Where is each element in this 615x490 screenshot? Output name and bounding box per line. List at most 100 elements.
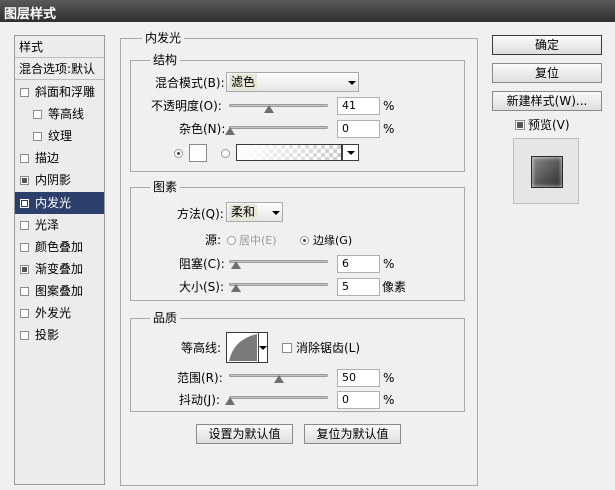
method-select[interactable]: 柔和 xyxy=(226,202,283,222)
style-item-texture[interactable]: 纹理 xyxy=(15,125,104,147)
size-unit: 像素 xyxy=(382,280,407,294)
blend-mode-label: 混合模式(B): xyxy=(155,76,225,90)
style-item-pattern-overlay[interactable]: 图案叠加 xyxy=(15,280,104,302)
quality-title: 品质 xyxy=(150,311,181,325)
source-label: 源: xyxy=(205,233,222,247)
choke-label: 阻塞(C): xyxy=(179,257,225,271)
reset-default-button[interactable]: 复位为默认值 xyxy=(304,424,401,444)
panel-title: 内发光 xyxy=(142,31,185,45)
chevron-down-icon xyxy=(272,211,280,215)
gradient-radio[interactable] xyxy=(221,149,230,158)
blend-mode-select[interactable]: 滤色 xyxy=(226,72,359,92)
chevron-down-icon xyxy=(348,81,356,85)
source-center-radio[interactable] xyxy=(227,236,236,245)
style-item-label: 描边 xyxy=(35,151,60,165)
method-label: 方法(Q): xyxy=(177,207,224,221)
inner-glow-checkbox[interactable] xyxy=(20,199,29,208)
outer-glow-checkbox[interactable] xyxy=(20,309,29,318)
size-input[interactable]: 5 xyxy=(337,278,380,296)
chevron-down-icon xyxy=(347,151,355,155)
size-slider-track[interactable] xyxy=(229,283,328,286)
style-item-stroke[interactable]: 描边 xyxy=(15,147,104,169)
opacity-input[interactable]: 41 xyxy=(337,97,380,115)
blend-options-item[interactable]: 混合选项:默认 xyxy=(15,58,104,80)
jitter-input[interactable]: 0 xyxy=(337,391,380,409)
source-edge-label: 边缘(G) xyxy=(313,234,353,247)
preview-checkbox[interactable] xyxy=(515,120,525,130)
style-item-label: 等高线 xyxy=(48,107,85,121)
antialias-label: 消除锯齿(L) xyxy=(296,341,361,355)
noise-input[interactable]: 0 xyxy=(337,120,380,138)
bevel-emboss-checkbox[interactable] xyxy=(20,88,29,97)
style-item-label: 光泽 xyxy=(35,218,60,232)
method-value: 柔和 xyxy=(229,204,258,220)
style-item-label: 投影 xyxy=(35,328,60,342)
range-input[interactable]: 50 xyxy=(337,369,380,387)
gradient-preview[interactable] xyxy=(236,144,342,161)
satin-checkbox[interactable] xyxy=(20,221,29,230)
choke-slider-track[interactable] xyxy=(229,260,328,263)
solid-color-radio[interactable] xyxy=(174,149,183,158)
pattern-overlay-checkbox[interactable] xyxy=(20,287,29,296)
jitter-slider-track[interactable] xyxy=(229,396,328,399)
style-item-label: 颜色叠加 xyxy=(35,240,84,254)
structure-title: 结构 xyxy=(150,53,181,67)
style-item-drop-shadow[interactable]: 投影 xyxy=(15,324,104,346)
style-item-gradient-overlay[interactable]: 渐变叠加 xyxy=(15,258,104,280)
jitter-label: 抖动(J): xyxy=(179,393,220,407)
size-label: 大小(S): xyxy=(179,280,225,294)
opacity-unit: % xyxy=(383,99,395,113)
new-style-button[interactable]: 新建样式(W)... xyxy=(492,91,602,111)
blend-mode-value: 滤色 xyxy=(229,74,258,90)
contour-label: 等高线: xyxy=(181,341,222,355)
source-edge-radio[interactable] xyxy=(300,236,309,245)
gradient-dropdown[interactable] xyxy=(342,144,359,161)
check-mark-icon xyxy=(517,122,523,128)
contour-picker[interactable] xyxy=(226,332,268,363)
inner-shadow-checkbox[interactable] xyxy=(20,176,29,185)
choke-slider-handle[interactable] xyxy=(231,261,241,269)
contour-checkbox[interactable] xyxy=(33,110,42,119)
style-item-satin[interactable]: 光泽 xyxy=(15,214,104,236)
opacity-slider-handle[interactable] xyxy=(264,105,274,113)
range-label: 范围(R): xyxy=(177,371,223,385)
preview-swatch xyxy=(531,156,563,188)
style-item-contour[interactable]: 等高线 xyxy=(15,103,104,125)
choke-unit: % xyxy=(383,257,395,271)
style-item-color-overlay[interactable]: 颜色叠加 xyxy=(15,236,104,258)
reset-button[interactable]: 复位 xyxy=(492,63,602,83)
contour-curve-icon xyxy=(229,334,257,361)
choke-input[interactable]: 6 xyxy=(337,255,380,273)
style-item-label: 内阴影 xyxy=(35,173,72,187)
styles-list: 样式 混合选项:默认 斜面和浮雕 等高线 纹理 描边 内阴影 内发光 光泽 颜色… xyxy=(14,35,105,485)
set-default-button[interactable]: 设置为默认值 xyxy=(196,424,293,444)
noise-slider-track[interactable] xyxy=(229,126,328,129)
opacity-slider-track[interactable] xyxy=(229,104,328,107)
style-preview xyxy=(513,138,579,204)
styles-header[interactable]: 样式 xyxy=(15,36,104,58)
glow-color-swatch[interactable] xyxy=(189,144,207,162)
range-unit: % xyxy=(383,371,395,385)
range-slider-handle[interactable] xyxy=(274,375,284,383)
style-item-bevel-emboss[interactable]: 斜面和浮雕 xyxy=(15,81,104,103)
jitter-slider-handle[interactable] xyxy=(225,397,235,405)
noise-label: 杂色(N): xyxy=(179,122,226,136)
style-item-outer-glow[interactable]: 外发光 xyxy=(15,302,104,324)
ok-button[interactable]: 确定 xyxy=(492,35,602,55)
elements-title: 图素 xyxy=(150,180,181,194)
texture-checkbox[interactable] xyxy=(33,132,42,141)
stroke-checkbox[interactable] xyxy=(20,154,29,163)
style-item-inner-shadow[interactable]: 内阴影 xyxy=(15,169,104,191)
style-item-inner-glow[interactable]: 内发光 xyxy=(15,192,104,214)
size-slider-handle[interactable] xyxy=(231,284,241,292)
antialias-checkbox[interactable] xyxy=(282,343,292,353)
gradient-overlay-checkbox[interactable] xyxy=(20,265,29,274)
style-item-label: 内发光 xyxy=(35,196,72,210)
noise-slider-handle[interactable] xyxy=(225,127,235,135)
color-overlay-checkbox[interactable] xyxy=(20,243,29,252)
opacity-label: 不透明度(O): xyxy=(151,99,222,113)
drop-shadow-checkbox[interactable] xyxy=(20,331,29,340)
style-item-label: 外发光 xyxy=(35,306,72,320)
style-item-label: 图案叠加 xyxy=(35,284,84,298)
chevron-down-icon xyxy=(259,346,267,350)
